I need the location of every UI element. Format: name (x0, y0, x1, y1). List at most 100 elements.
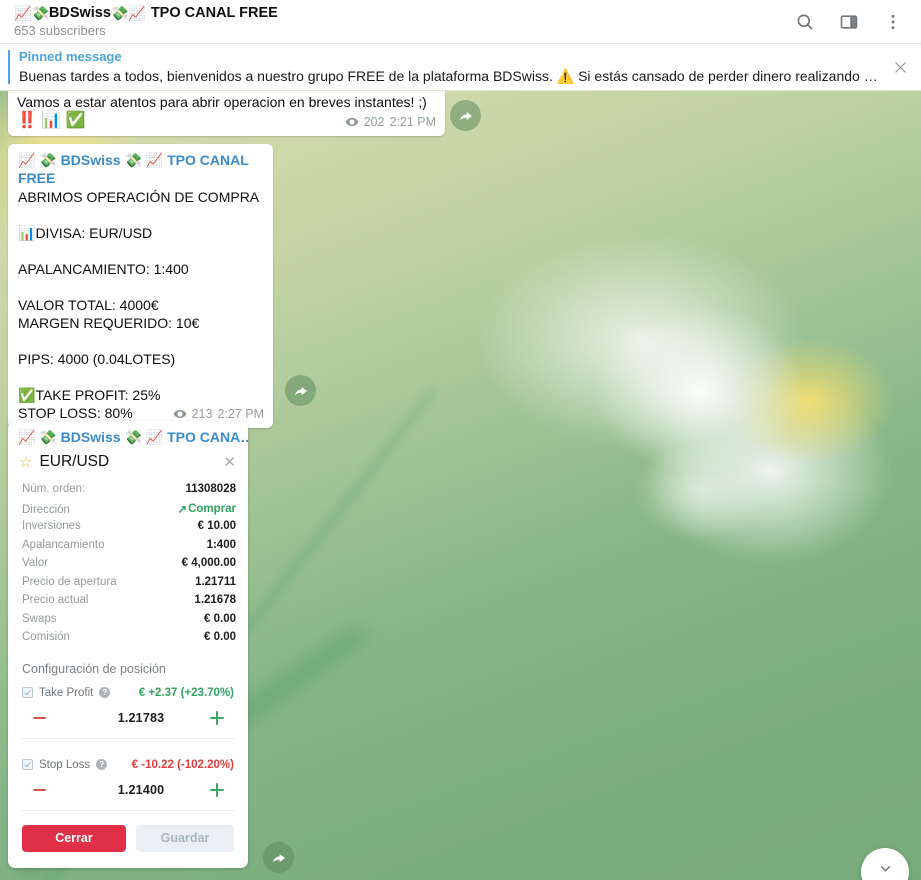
stop-loss-left: Stop Loss ? (22, 759, 108, 771)
detail-row: Precio actual 1.21678 (22, 594, 236, 613)
detail-row: Apalancamiento 1:400 (22, 539, 236, 558)
detail-key: Precio de apertura (22, 575, 117, 588)
position-details-list: Núm. orden: 11308028 Dirección ↗ Comprar … (8, 479, 248, 650)
detail-value: € 10.00 (197, 520, 236, 532)
pinned-body: Pinned message Buenas tardes a todos, bi… (19, 49, 885, 85)
money-wings-emoji-icon-2: 💸 (124, 429, 142, 445)
message-author: 📈 💸 BDSwiss 💸 📈 TPO CANAL FREE (18, 151, 264, 187)
detail-row: Valor € 4,000.00 (22, 557, 236, 576)
message-line-text: DIVISA: EUR/USD (35, 225, 153, 241)
take-profit-decrement-button[interactable] (28, 707, 50, 729)
minus-icon (32, 788, 46, 791)
detail-value: 1.21711 (195, 575, 236, 588)
close-icon[interactable]: ✕ (221, 453, 238, 471)
pinned-message-bar[interactable]: Pinned message Buenas tardes a todos, bi… (0, 44, 921, 91)
check-mark-emoji-icon: ✅ (18, 387, 36, 403)
line-spacer (18, 332, 264, 350)
message-bubble[interactable]: 📈 💸 BDSwiss 💸 📈 TPO CANAL FREE ABRIMOS O… (8, 144, 273, 428)
detail-key: Swaps (22, 612, 57, 625)
help-icon[interactable]: ? (99, 687, 111, 698)
plus-icon (210, 782, 224, 797)
panel-toggle-icon[interactable] (837, 10, 861, 34)
take-profit-left: Take Profit ? (22, 686, 111, 699)
minus-icon (32, 716, 46, 719)
panel-pair-row: ☆ EUR/USD ✕ (8, 449, 248, 479)
author-name-part-1: BDSwiss (60, 152, 121, 168)
take-profit-label: Take Profit (39, 686, 94, 699)
chart-up-emoji-icon: 📈 (14, 4, 32, 21)
detail-row: Precio de apertura 1.21711 (22, 576, 236, 595)
detail-value: 11308028 (185, 483, 236, 495)
panel-author-name-part-2: TPO CANA… (167, 429, 248, 445)
message-line: ABRIMOS OPERACIÓN DE COMPRA (18, 189, 260, 205)
take-profit-increment-button[interactable] (206, 707, 228, 729)
panel-author-name-part-1: BDSwiss (60, 429, 121, 445)
scroll-to-bottom-button[interactable] (861, 848, 909, 880)
chart-up-emoji-icon-2: 📈 (128, 4, 146, 21)
detail-key: Núm. orden: (22, 483, 86, 495)
take-profit-stepper: 1.21783 (22, 703, 234, 733)
telegram-channel-screen: 📈 💸 BDSwiss 💸 📈 TPO CANAL FREE 653 subsc… (0, 0, 921, 880)
detail-value: € 4,000.00 (181, 557, 236, 569)
detail-key: Precio actual (22, 594, 89, 606)
search-icon[interactable] (793, 10, 817, 34)
stop-loss-decrement-button[interactable] (28, 779, 50, 801)
line-spacer (18, 278, 264, 296)
channel-header: 📈 💸 BDSwiss 💸 📈 TPO CANAL FREE 653 subsc… (0, 0, 921, 44)
save-position-button[interactable]: Guardar (135, 824, 234, 852)
detail-value: 1.21678 (194, 594, 236, 606)
channel-header-text[interactable]: 📈 💸 BDSwiss 💸 📈 TPO CANAL FREE 653 subsc… (14, 5, 793, 39)
stop-loss-increment-button[interactable] (206, 779, 228, 801)
money-wings-emoji-icon: 💸 (31, 4, 49, 21)
pinned-text: Buenas tardes a todos, bienvenidos a nue… (19, 68, 885, 84)
more-vertical-icon[interactable] (881, 10, 905, 34)
money-wings-emoji-icon-2: 💸 (124, 152, 142, 168)
close-icon[interactable] (885, 52, 915, 82)
stop-loss-checkbox[interactable] (22, 759, 33, 770)
stop-loss-stepper: 1.21400 (22, 775, 234, 805)
forward-arrow-icon[interactable] (450, 100, 481, 131)
detail-row: Comisión € 0.00 (22, 631, 236, 650)
message-text: Vamos a estar atentos para abrir operaci… (17, 94, 427, 110)
take-profit-checkbox[interactable] (22, 687, 33, 698)
trading-position-panel[interactable]: 📈 💸 BDSwiss 💸 📈 TPO CANA… ☆ EUR/USD ✕ Nú… (8, 421, 248, 868)
star-icon[interactable]: ☆ (19, 455, 32, 470)
message-line-text: TAKE PROFIT: 25% (35, 387, 161, 403)
arrow-up-right-icon: ↗ (177, 503, 188, 516)
header-actions (793, 10, 909, 34)
close-position-button[interactable]: Cerrar (22, 824, 126, 852)
help-icon[interactable]: ? (96, 759, 108, 770)
channel-title-part-2: TPO CANAL FREE (150, 4, 278, 21)
take-profit-block: Take Profit ? € +2.37 (+23.70%) 1.21783 (8, 680, 248, 733)
detail-value-direction: ↗ Comprar (177, 502, 236, 516)
message-bubble[interactable]: Vamos a estar atentos para abrir operaci… (8, 91, 445, 136)
line-spacer (18, 242, 264, 260)
channel-title-part-1: BDSwiss (48, 4, 111, 21)
direction-text: Comprar (188, 502, 236, 515)
detail-key: Valor (22, 557, 48, 569)
panel-actions: Cerrar Guardar (8, 811, 248, 868)
channel-title: 📈 💸 BDSwiss 💸 📈 TPO CANAL FREE (14, 5, 793, 21)
stop-loss-price[interactable]: 1.21400 (118, 783, 165, 797)
message-line: PIPS: 4000 (0.04LOTES) (18, 351, 176, 367)
take-profit-amount: € +2.37 (+23.70%) (138, 686, 234, 699)
take-profit-price[interactable]: 1.21783 (118, 711, 165, 725)
subscriber-count: 653 subscribers (14, 22, 106, 38)
money-wings-emoji-icon-2: 💸 (110, 4, 129, 21)
view-count: 202 (363, 115, 385, 129)
stop-loss-amount: € -10.22 (-102.20%) (131, 758, 234, 771)
views-eye-icon (345, 115, 359, 129)
detail-value: € 0.00 (204, 631, 236, 643)
forward-arrow-icon[interactable] (285, 375, 316, 406)
panel-author: 📈 💸 BDSwiss 💸 📈 TPO CANA… (8, 421, 248, 449)
forward-arrow-icon[interactable] (263, 842, 294, 873)
message-line: 📊DIVISA: EUR/USD (18, 224, 264, 242)
detail-row: Núm. orden: 11308028 (22, 483, 236, 502)
detail-value: 1:400 (206, 538, 236, 551)
chart-up-emoji-icon: 📈 (18, 152, 36, 168)
chart-up-emoji-icon-2: 📈 (145, 152, 164, 168)
detail-row: Dirección ↗ Comprar (22, 502, 236, 521)
stop-loss-block: Stop Loss ? € -10.22 (-102.20%) 1.21400 (8, 739, 248, 805)
detail-key: Dirección (22, 503, 70, 516)
detail-value: € 0.00 (204, 612, 236, 625)
